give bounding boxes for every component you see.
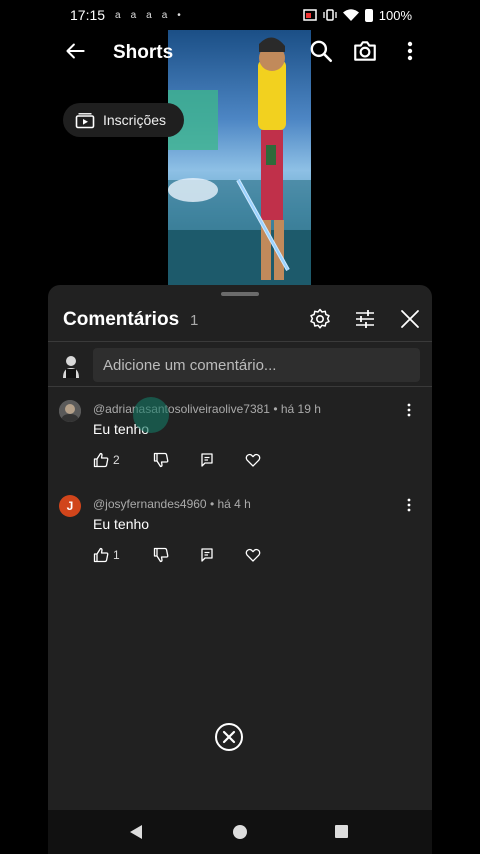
commenter-avatar[interactable]: J — [59, 495, 81, 517]
comments-title: Comentários — [63, 309, 180, 330]
comment-item: @adrianasantosoliveiraolive7381 • há 19 … — [48, 400, 432, 490]
nav-back-icon[interactable] — [128, 824, 144, 840]
notification-icon: a — [130, 9, 137, 21]
heart-button[interactable] — [245, 547, 261, 563]
thumbs-up-icon — [93, 547, 109, 563]
wifi-icon — [342, 9, 359, 21]
subscriptions-icon — [75, 113, 95, 129]
avatar-letter: J — [66, 499, 74, 513]
subscriptions-chip[interactable]: Inscrições — [63, 103, 185, 137]
status-left: 17:15 a a a a • — [70, 7, 181, 23]
subscriptions-chip-label: Inscrições — [103, 112, 167, 128]
search-icon[interactable] — [308, 38, 334, 64]
dislike-button[interactable] — [153, 547, 199, 563]
comment-actions: 1 — [93, 547, 261, 563]
like-count: 2 — [113, 453, 120, 467]
thumbs-up-icon — [93, 452, 109, 468]
comment-more-icon[interactable] — [403, 497, 415, 513]
header-divider — [48, 341, 432, 342]
reply-button[interactable] — [199, 452, 245, 468]
touch-indicator — [133, 397, 169, 433]
more-vert-icon[interactable] — [398, 38, 422, 64]
cast-icon — [303, 9, 317, 21]
battery-percent: 100% — [378, 7, 412, 23]
commenter-avatar[interactable] — [59, 400, 81, 422]
drag-handle[interactable] — [221, 292, 259, 296]
notification-icon: a — [146, 9, 152, 21]
notification-icon: a — [115, 9, 121, 21]
close-icon[interactable] — [398, 307, 422, 331]
filter-sliders-icon[interactable] — [353, 307, 377, 331]
dislike-button[interactable] — [153, 452, 199, 468]
comments-count: 1 — [190, 312, 199, 329]
page-title: Shorts — [113, 42, 174, 63]
add-comment-placeholder: Adicione um comentário... — [103, 356, 277, 374]
status-right: 100% — [303, 8, 412, 23]
notification-icon: a — [161, 9, 168, 21]
comment-meta: @josyfernandes4960 • há 4 h — [93, 497, 251, 511]
add-comment-input[interactable]: Adicione um comentário... — [93, 348, 420, 382]
heart-icon — [245, 548, 261, 562]
comment-author[interactable]: @josyfernandes4960 — [93, 497, 207, 511]
comment-time: há 19 h — [280, 402, 321, 416]
back-arrow-icon[interactable] — [62, 38, 88, 64]
status-bar: 17:15 a a a a • 100% — [0, 0, 480, 30]
comment-more-icon[interactable] — [403, 402, 415, 418]
reply-icon — [201, 453, 213, 467]
comment-text: Eu tenho — [93, 516, 150, 532]
status-time: 17:15 — [70, 7, 106, 23]
system-nav-bar — [48, 810, 432, 854]
comment-time: há 4 h — [217, 497, 251, 511]
battery-icon — [364, 8, 373, 22]
nav-recents-icon[interactable] — [335, 825, 348, 838]
like-count: 1 — [113, 548, 120, 562]
reply-button[interactable] — [199, 547, 245, 563]
comment-item: J @josyfernandes4960 • há 4 h Eu tenho 1 — [48, 495, 432, 585]
camera-icon[interactable] — [352, 38, 378, 64]
dismiss-circle-icon[interactable] — [214, 722, 244, 752]
comment-author[interactable]: @adrianasantosoliveiraolive7381 — [93, 402, 270, 416]
user-avatar — [63, 356, 79, 378]
reply-icon — [201, 548, 213, 562]
comment-actions: 2 — [93, 452, 261, 468]
thumbs-down-icon — [153, 547, 169, 563]
comment-meta: @adrianasantosoliveiraolive7381 • há 19 … — [93, 402, 321, 416]
like-button[interactable]: 1 — [93, 547, 153, 563]
input-divider — [48, 386, 432, 387]
vibrate-icon — [323, 9, 337, 21]
heart-icon — [245, 453, 261, 467]
notification-icon: • — [177, 9, 181, 21]
heart-button[interactable] — [245, 452, 261, 468]
nav-home-icon[interactable] — [233, 825, 247, 839]
thumbs-down-icon — [153, 452, 169, 468]
like-button[interactable]: 2 — [93, 452, 153, 468]
settings-gear-icon[interactable] — [308, 307, 332, 331]
top-bar: Shorts — [0, 32, 480, 72]
avatar-photo — [59, 400, 81, 422]
